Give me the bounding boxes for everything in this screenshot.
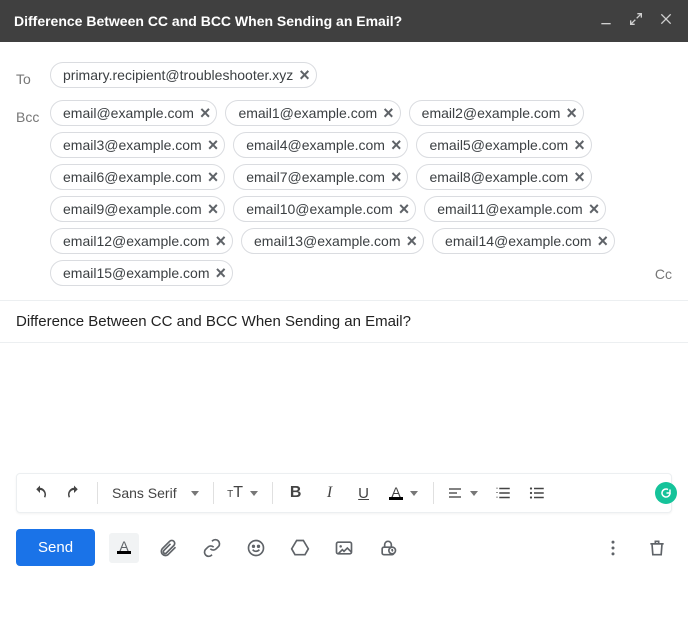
attach-file-icon[interactable] <box>153 533 183 563</box>
chevron-down-icon <box>250 491 258 496</box>
toolbar-separator <box>213 482 214 504</box>
remove-chip-icon[interactable]: × <box>216 234 227 248</box>
recipient-email: email@example.com <box>63 105 194 121</box>
underline-button[interactable]: U <box>349 478 379 508</box>
close-icon[interactable] <box>658 11 674 32</box>
remove-chip-icon[interactable]: × <box>299 68 310 82</box>
recipient-email: email11@example.com <box>437 201 582 217</box>
bcc-chips: email@example.com×email1@example.com×ema… <box>50 100 647 286</box>
remove-chip-icon[interactable]: × <box>407 234 418 248</box>
recipient-email: primary.recipient@troubleshooter.xyz <box>63 67 293 83</box>
remove-chip-icon[interactable]: × <box>208 138 219 152</box>
bulleted-list-button[interactable] <box>522 478 552 508</box>
more-options-icon[interactable] <box>598 533 628 563</box>
add-cc-button[interactable]: Cc <box>647 266 672 286</box>
remove-chip-icon[interactable]: × <box>391 138 402 152</box>
chevron-down-icon <box>191 491 199 496</box>
formatting-toolbar: Sans Serif TT B I U A <box>16 473 672 513</box>
font-family-select[interactable]: Sans Serif <box>106 478 205 508</box>
recipient-email: email6@example.com <box>63 169 202 185</box>
chevron-down-icon <box>410 491 418 496</box>
remove-chip-icon[interactable]: × <box>200 106 211 120</box>
text-color-button[interactable]: A <box>383 478 425 508</box>
toolbar-separator <box>433 482 434 504</box>
bcc-field-row[interactable]: Bcc email@example.com×email1@example.com… <box>0 94 688 301</box>
recipient-email: email9@example.com <box>63 201 202 217</box>
recipient-email: email2@example.com <box>422 105 561 121</box>
remove-chip-icon[interactable]: × <box>598 234 609 248</box>
recipient-chip[interactable]: email8@example.com × <box>416 164 591 190</box>
discard-draft-icon[interactable] <box>642 533 672 563</box>
to-chips: primary.recipient@troubleshooter.xyz × <box>50 62 672 88</box>
insert-link-icon[interactable] <box>197 533 227 563</box>
message-body[interactable] <box>0 343 688 473</box>
recipient-chip[interactable]: email13@example.com × <box>241 228 424 254</box>
recipient-chip[interactable]: email10@example.com × <box>233 196 416 222</box>
confidential-mode-icon[interactable] <box>373 533 403 563</box>
recipient-chip[interactable]: email15@example.com × <box>50 260 233 286</box>
remove-chip-icon[interactable]: × <box>216 266 227 280</box>
compose-titlebar: Difference Between CC and BCC When Sendi… <box>0 0 688 42</box>
recipient-chip[interactable]: email11@example.com × <box>424 196 606 222</box>
recipient-email: email12@example.com <box>63 233 210 249</box>
align-button[interactable] <box>442 478 484 508</box>
chevron-down-icon <box>470 491 478 496</box>
recipient-chip[interactable]: email4@example.com × <box>233 132 408 158</box>
insert-photo-icon[interactable] <box>329 533 359 563</box>
toolbar-separator <box>272 482 273 504</box>
remove-chip-icon[interactable]: × <box>574 170 585 184</box>
recipient-email: email13@example.com <box>254 233 401 249</box>
remove-chip-icon[interactable]: × <box>208 170 219 184</box>
recipient-email: email4@example.com <box>246 137 385 153</box>
remove-chip-icon[interactable]: × <box>589 202 600 216</box>
recipient-email: email15@example.com <box>63 265 210 281</box>
recipient-chip[interactable]: email2@example.com × <box>409 100 584 126</box>
remove-chip-icon[interactable]: × <box>566 106 577 120</box>
send-button[interactable]: Send <box>16 529 95 566</box>
remove-chip-icon[interactable]: × <box>391 170 402 184</box>
recipient-email: email10@example.com <box>246 201 393 217</box>
subject-field[interactable]: Difference Between CC and BCC When Sendi… <box>0 301 688 343</box>
recipient-chip[interactable]: email3@example.com × <box>50 132 225 158</box>
to-field-row[interactable]: To primary.recipient@troubleshooter.xyz × <box>0 56 688 94</box>
bcc-label: Bcc <box>16 100 50 125</box>
insert-emoji-icon[interactable] <box>241 533 271 563</box>
redo-icon[interactable] <box>59 478 89 508</box>
window-title: Difference Between CC and BCC When Sendi… <box>14 13 598 29</box>
toolbar-separator <box>97 482 98 504</box>
recipient-email: email8@example.com <box>429 169 568 185</box>
recipient-chip[interactable]: email@example.com × <box>50 100 217 126</box>
recipient-email: email7@example.com <box>246 169 385 185</box>
numbered-list-button[interactable] <box>488 478 518 508</box>
recipient-email: email14@example.com <box>445 233 592 249</box>
recipient-email: email3@example.com <box>63 137 202 153</box>
to-label: To <box>16 62 50 87</box>
undo-icon[interactable] <box>25 478 55 508</box>
remove-chip-icon[interactable]: × <box>208 202 219 216</box>
remove-chip-icon[interactable]: × <box>383 106 394 120</box>
font-family-label: Sans Serif <box>112 485 177 501</box>
recipient-chip[interactable]: email5@example.com × <box>416 132 591 158</box>
recipient-chip[interactable]: primary.recipient@troubleshooter.xyz × <box>50 62 317 88</box>
grammarly-icon[interactable] <box>655 482 677 504</box>
italic-button[interactable]: I <box>315 478 345 508</box>
remove-chip-icon[interactable]: × <box>574 138 585 152</box>
expand-icon[interactable] <box>628 11 644 32</box>
font-size-select[interactable]: TT <box>222 478 264 508</box>
minimize-icon[interactable] <box>598 11 614 32</box>
formatting-options-button[interactable]: A <box>109 533 139 563</box>
recipient-email: email1@example.com <box>238 105 377 121</box>
recipient-chip[interactable]: email1@example.com × <box>225 100 400 126</box>
recipient-chip[interactable]: email12@example.com × <box>50 228 233 254</box>
insert-drive-icon[interactable] <box>285 533 315 563</box>
recipient-chip[interactable]: email7@example.com × <box>233 164 408 190</box>
recipient-email: email5@example.com <box>429 137 568 153</box>
send-bar: Send A <box>0 525 688 582</box>
recipient-chip[interactable]: email6@example.com × <box>50 164 225 190</box>
remove-chip-icon[interactable]: × <box>399 202 410 216</box>
recipient-chip[interactable]: email14@example.com × <box>432 228 615 254</box>
recipient-chip[interactable]: email9@example.com × <box>50 196 225 222</box>
bold-button[interactable]: B <box>281 478 311 508</box>
